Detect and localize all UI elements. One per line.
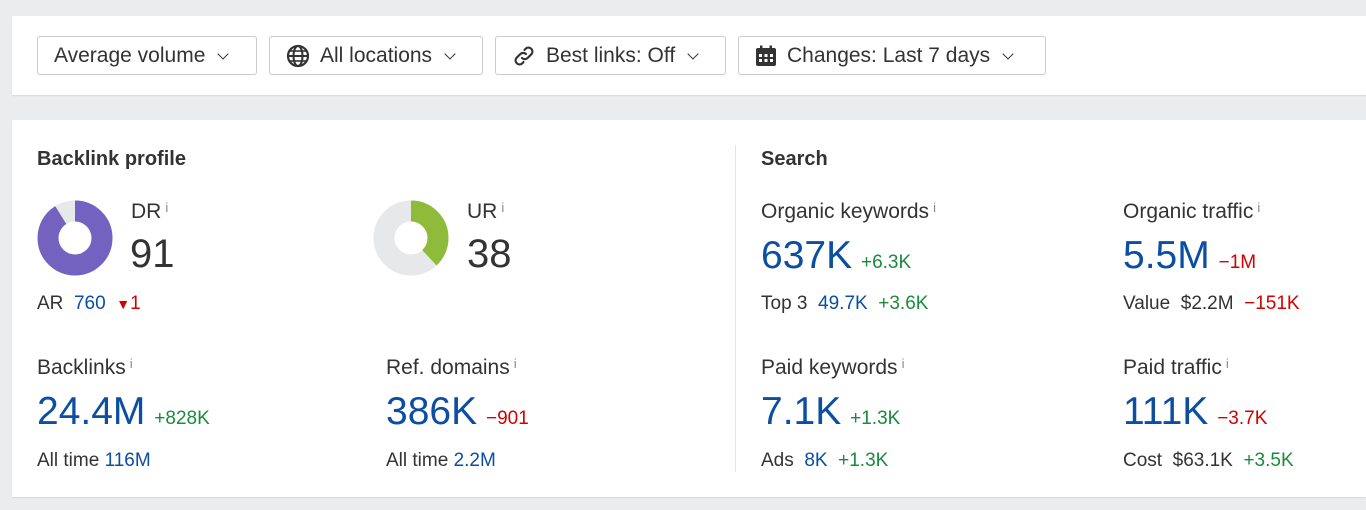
sub-value[interactable]: 49.7K bbox=[818, 293, 868, 314]
dr-metric-label: DR i bbox=[131, 200, 168, 224]
metric-label: Organic traffic bbox=[1123, 200, 1253, 223]
sub-value[interactable]: 2.2M bbox=[454, 450, 496, 471]
sub-change: +1.3K bbox=[838, 450, 888, 471]
dr-donut-fill bbox=[48, 211, 102, 265]
sub-label: Top 3 bbox=[761, 293, 807, 314]
best-links-dropdown[interactable]: Best links: Off bbox=[495, 36, 726, 75]
backlinks-change: +828K bbox=[154, 408, 209, 429]
sub-value[interactable]: 8K bbox=[804, 450, 827, 471]
metric-label: Paid traffic bbox=[1123, 356, 1222, 379]
sub-label: All time bbox=[37, 450, 99, 471]
dr-value: 91 bbox=[130, 232, 175, 277]
dropdown-label: All locations bbox=[320, 44, 432, 68]
sub-value: $2.2M bbox=[1181, 293, 1234, 314]
chevron-down-icon bbox=[1002, 48, 1013, 59]
info-icon[interactable]: i bbox=[501, 200, 504, 215]
organic-keywords-value-row: 637K +6.3K bbox=[761, 234, 911, 278]
metric-label: Paid keywords bbox=[761, 356, 898, 379]
dr-donut-chart bbox=[37, 200, 113, 276]
sub-value: $63.1K bbox=[1173, 450, 1233, 471]
locations-dropdown[interactable]: All locations bbox=[269, 36, 483, 75]
metric-label: Backlinks bbox=[37, 356, 126, 379]
ur-metric-label: UR i bbox=[467, 200, 504, 224]
ref-domains-change: −901 bbox=[486, 408, 529, 429]
triangle-down-icon: ▼ bbox=[116, 296, 130, 312]
backlinks-all-time: All time 116M bbox=[37, 450, 151, 472]
organic-keywords-change: +6.3K bbox=[861, 252, 911, 273]
paid-keywords-value-row: 7.1K +1.3K bbox=[761, 390, 900, 434]
ref-domains-label: Ref. domains i bbox=[386, 356, 517, 380]
ar-change: 1 bbox=[130, 293, 141, 314]
section-divider bbox=[735, 145, 736, 472]
backlinks-value[interactable]: 24.4M bbox=[37, 390, 145, 433]
paid-traffic-label: Paid traffic i bbox=[1123, 356, 1229, 380]
metric-label: Ref. domains bbox=[386, 356, 510, 379]
ur-label: UR bbox=[467, 200, 497, 223]
calendar-icon bbox=[755, 45, 777, 67]
traffic-value-row: Value $2.2M −151K bbox=[1123, 293, 1300, 315]
changes-period-dropdown[interactable]: Changes: Last 7 days bbox=[738, 36, 1046, 75]
ar-label: AR bbox=[37, 293, 63, 314]
cost-row: Cost $63.1K +3.5K bbox=[1123, 450, 1294, 472]
organic-traffic-change: −1M bbox=[1219, 252, 1257, 273]
ref-domains-value-row: 386K −901 bbox=[386, 390, 529, 434]
organic-traffic-label: Organic traffic i bbox=[1123, 200, 1260, 224]
chevron-down-icon bbox=[444, 48, 455, 59]
organic-traffic-value[interactable]: 5.5M bbox=[1123, 234, 1210, 277]
sub-label: Cost bbox=[1123, 450, 1162, 471]
organic-traffic-value-row: 5.5M −1M bbox=[1123, 234, 1256, 278]
sub-label: Value bbox=[1123, 293, 1170, 314]
ur-value: 38 bbox=[467, 232, 512, 277]
sub-label: All time bbox=[386, 450, 448, 471]
backlinks-label: Backlinks i bbox=[37, 356, 133, 380]
sub-change: +3.5K bbox=[1243, 450, 1293, 471]
info-icon[interactable]: i bbox=[165, 200, 168, 215]
ref-domains-all-time: All time 2.2M bbox=[386, 450, 496, 472]
filter-bar: Average volume All locations Best links:… bbox=[12, 16, 1366, 95]
average-volume-dropdown[interactable]: Average volume bbox=[37, 36, 257, 75]
organic-keywords-label: Organic keywords i bbox=[761, 200, 936, 224]
ref-domains-value[interactable]: 386K bbox=[386, 390, 477, 433]
dr-label: DR bbox=[131, 200, 161, 223]
sub-value[interactable]: 116M bbox=[105, 450, 151, 471]
paid-keywords-label: Paid keywords i bbox=[761, 356, 904, 380]
paid-traffic-value[interactable]: 111K bbox=[1123, 390, 1208, 433]
top3-row: Top 3 49.7K +3.6K bbox=[761, 293, 928, 315]
overview-panel: Backlink profile DR i 91 AR 760 ▼1 UR i 38… bbox=[12, 120, 1366, 497]
info-icon[interactable]: i bbox=[514, 356, 517, 371]
info-icon[interactable]: i bbox=[130, 356, 133, 371]
link-icon bbox=[512, 44, 536, 68]
chevron-down-icon bbox=[218, 48, 229, 59]
sub-change: −151K bbox=[1244, 293, 1299, 314]
chevron-down-icon bbox=[688, 48, 699, 59]
info-icon[interactable]: i bbox=[1226, 356, 1229, 371]
ur-donut-chart bbox=[373, 200, 449, 276]
ar-row: AR 760 ▼1 bbox=[37, 293, 141, 315]
globe-icon bbox=[286, 44, 310, 68]
paid-keywords-value[interactable]: 7.1K bbox=[761, 390, 841, 433]
sub-label: Ads bbox=[761, 450, 794, 471]
ads-row: Ads 8K +1.3K bbox=[761, 450, 888, 472]
info-icon[interactable]: i bbox=[902, 356, 905, 371]
paid-traffic-change: −3.7K bbox=[1217, 408, 1267, 429]
sub-change: +3.6K bbox=[878, 293, 928, 314]
info-icon[interactable]: i bbox=[933, 200, 936, 215]
backlinks-value-row: 24.4M +828K bbox=[37, 390, 210, 434]
backlink-profile-heading: Backlink profile bbox=[37, 148, 186, 171]
info-icon[interactable]: i bbox=[1257, 200, 1260, 215]
ar-value[interactable]: 760 bbox=[74, 293, 106, 314]
search-heading: Search bbox=[761, 148, 828, 171]
metric-label: Organic keywords bbox=[761, 200, 929, 223]
paid-traffic-value-row: 111K −3.7K bbox=[1123, 390, 1267, 434]
dropdown-label: Changes: Last 7 days bbox=[787, 44, 990, 68]
organic-keywords-value[interactable]: 637K bbox=[761, 234, 852, 277]
paid-keywords-change: +1.3K bbox=[850, 408, 900, 429]
dropdown-label: Best links: Off bbox=[546, 44, 675, 68]
dropdown-label: Average volume bbox=[54, 44, 205, 68]
